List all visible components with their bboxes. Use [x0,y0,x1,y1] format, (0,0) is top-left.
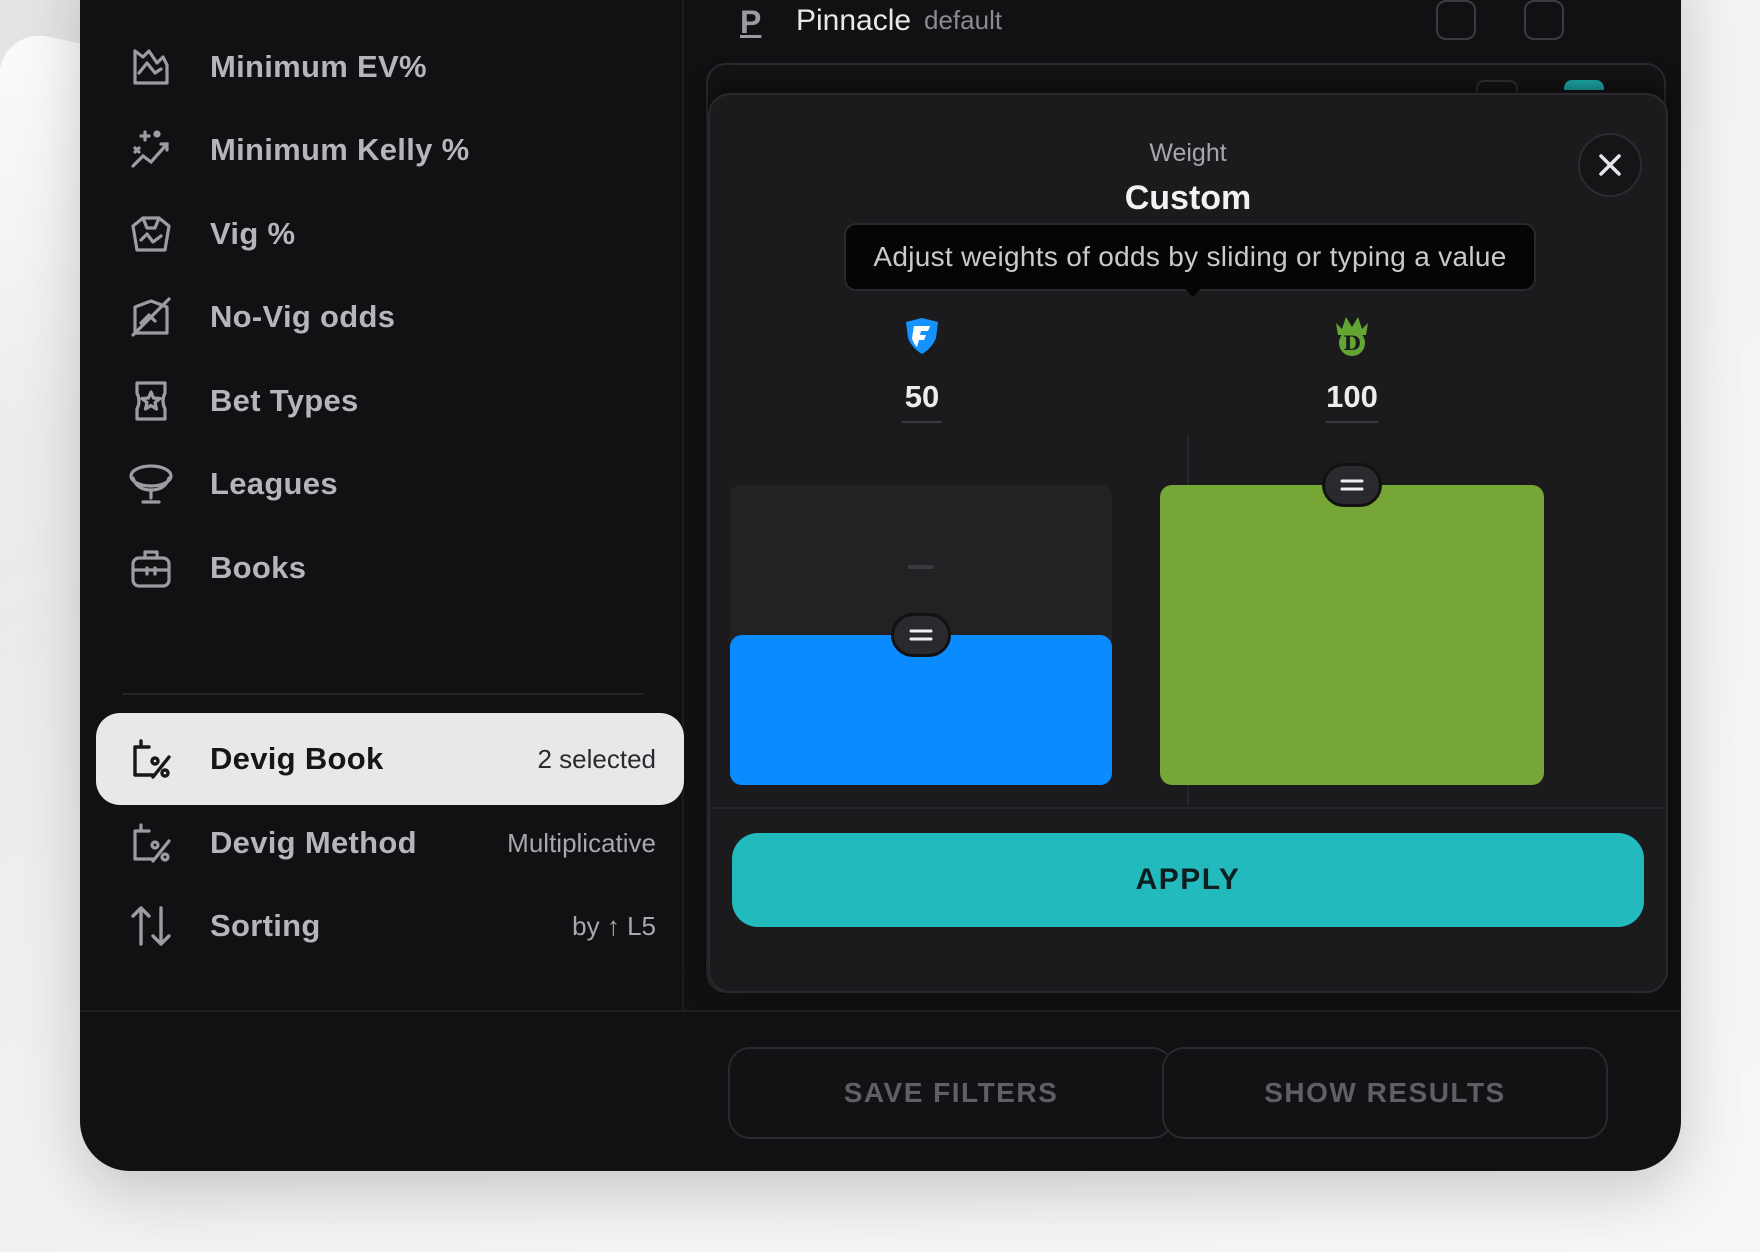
no-vig-icon [126,292,176,342]
show-results-button[interactable]: SHOW RESULTS [1162,1047,1608,1139]
pinnacle-logo: P [740,4,762,40]
sparkles-icon [126,125,176,175]
filters-panel: Minimum EV% Minimum Kelly % Vig % No-Vig… [80,0,1681,1171]
checkbox[interactable] [1436,0,1476,40]
sidebar-item-label: Devig Book [210,741,384,776]
sidebar-item-value: by ↑ L5 [572,910,656,941]
tooltip-arrow [1184,288,1202,297]
briefcase-icon [126,543,176,593]
sidebar-item-bet-types[interactable]: Bet Types [96,355,684,447]
weight-input[interactable]: 50 [902,379,942,423]
modal-divider [710,807,1666,809]
slider-handle[interactable] [891,613,951,657]
filter-sidebar: Minimum EV% Minimum Kelly % Vig % No-Vig… [80,0,684,1010]
sort-arrows-icon [126,901,176,951]
checkbox[interactable] [1524,0,1564,40]
ticket-vig-icon [126,209,176,259]
sidebar-item-minimum-kelly[interactable]: Minimum Kelly % [96,104,684,196]
sidebar-divider [122,693,644,695]
sidebar-item-label: Vig % [210,216,296,251]
apply-button[interactable]: APPLY [732,833,1644,927]
devig-book-content: P Pinnacle default Weight Custom Adjust … [684,0,1681,1010]
sidebar-item-devig-method[interactable]: Devig Method Multiplicative [96,797,684,889]
draftkings-crown-icon: D [1202,311,1502,361]
percent-bag-icon [126,818,176,868]
sidebar-item-label: Leagues [210,466,338,501]
book-weight-draftkings: D 100 [1202,311,1502,423]
grip-icon [909,629,933,641]
sidebar-item-label: No-Vig odds [210,299,396,334]
grip-icon [1340,479,1364,491]
sidebar-item-vig[interactable]: Vig % [96,188,684,280]
sidebar-item-label: Bet Types [210,383,359,418]
sidebar-item-minimum-ev[interactable]: Minimum EV% [96,21,684,113]
tooltip-text: Adjust weights of odds by sliding or typ… [873,241,1507,272]
slider-tick [908,565,934,569]
checkbox-checked[interactable] [1564,80,1604,90]
tooltip: Adjust weights of odds by sliding or typ… [844,223,1536,291]
sidebar-item-label: Minimum EV% [210,49,427,84]
sidebar-item-label: Devig Method [210,825,417,860]
weight-slider-fanduel[interactable] [730,485,1112,785]
fanduel-shield-icon [772,311,1072,361]
weight-slider-draftkings[interactable] [1160,463,1544,785]
weight-input[interactable]: 100 [1326,379,1378,423]
slider-fill [1160,485,1544,785]
default-tag: default [924,5,1003,35]
sidebar-item-books[interactable]: Books [96,522,684,614]
slider-handle[interactable] [1322,463,1382,507]
book-name: Pinnacle [796,4,912,37]
sidebar-item-label: Sorting [210,908,321,943]
sidebar-item-value: Multiplicative [507,827,656,858]
modal-title: Custom [1124,179,1252,217]
book-weight-fanduel: 50 [772,311,1072,423]
close-button[interactable] [1578,133,1642,197]
sidebar-item-leagues[interactable]: Leagues [96,438,684,530]
footer-divider [80,1010,1681,1012]
close-icon [1599,154,1621,176]
slider-fill [730,635,1112,785]
sidebar-item-label: Books [210,550,307,585]
ticket-star-icon [126,376,176,426]
trophy-icon [126,459,176,509]
save-filters-button[interactable]: SAVE FILTERS [728,1047,1174,1139]
modal-subtitle: Weight [1149,139,1227,167]
sidebar-item-label: Minimum Kelly % [210,132,470,167]
svg-text:D: D [1343,331,1360,355]
sidebar-item-no-vig-odds[interactable]: No-Vig odds [96,271,684,363]
checkbox[interactable] [1476,80,1518,92]
sidebar-item-value: 2 selected [537,743,656,774]
sidebar-item-sorting[interactable]: Sorting by ↑ L5 [96,880,684,972]
weight-modal: Weight Custom Adjust weights of odds by … [708,93,1668,993]
percent-bag-icon [126,734,176,784]
ticket-ev-icon [126,42,176,92]
book-row-pinnacle[interactable]: P Pinnacle default [684,0,1681,60]
sidebar-item-devig-book[interactable]: Devig Book 2 selected [96,713,684,805]
